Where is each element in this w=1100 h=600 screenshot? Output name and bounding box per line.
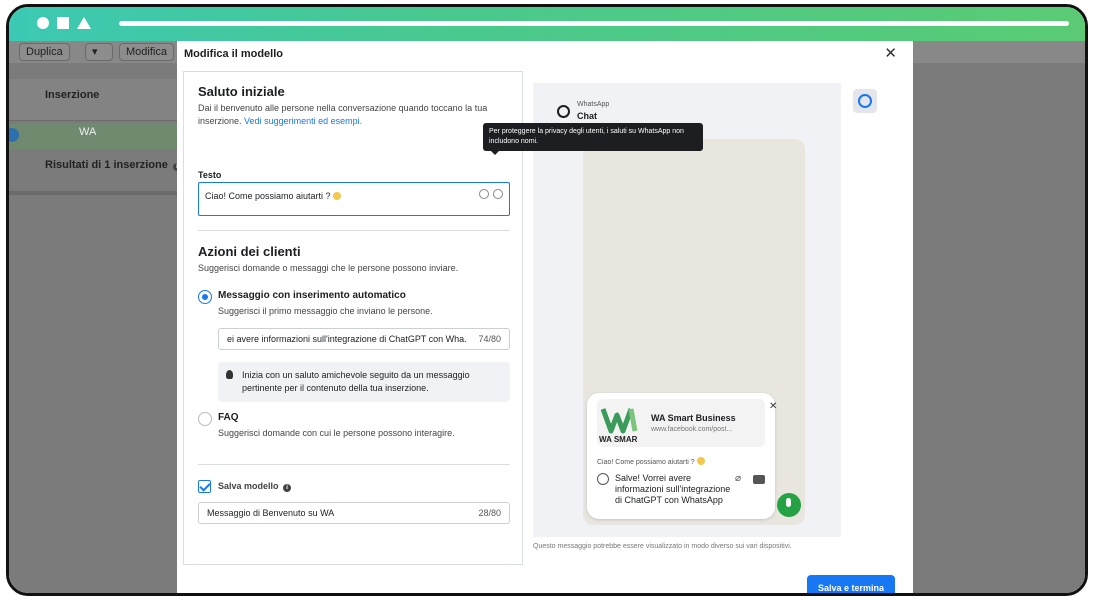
divider: [198, 464, 510, 465]
autofill-message-title: Messaggio con inserimento automatico: [218, 290, 406, 301]
text-field-icons: [475, 189, 503, 202]
tips-link[interactable]: Vedi suggerimenti ed esempi.: [244, 116, 362, 126]
link-preview: WA SMAR WA Smart Business www.facebook.c…: [597, 399, 777, 447]
autofill-message-value: ei avere informazioni sull'integrazione …: [227, 334, 467, 344]
greeting-text-field[interactable]: Ciao! Come possiamo aiutarti ?: [198, 182, 510, 216]
tip-box: Inizia con un saluto amichevole seguito …: [218, 362, 510, 402]
business-url: www.facebook.com/post...: [651, 426, 733, 433]
autofill-message-input[interactable]: ei avere informazioni sull'integrazione …: [218, 328, 510, 350]
prefilled-message: Salve! Vorrei avere informazioni sull'in…: [615, 473, 731, 505]
template-name-char-count: 28/80: [478, 508, 501, 518]
close-icon[interactable]: ✕: [884, 44, 897, 62]
chat-label: Chat: [577, 111, 597, 121]
whatsapp-preview-toggle-icon[interactable]: [853, 89, 877, 113]
faq-radio[interactable]: [198, 412, 212, 426]
divider: [9, 191, 179, 195]
template-name-value: Messaggio di Benvenuto su WA: [207, 508, 335, 518]
save-template-label: Salva modello i: [218, 481, 292, 492]
browser-frame: Duplica ▾ Modifica Inserzione WA Risulta…: [6, 4, 1088, 596]
table-header: Inserzione: [9, 79, 179, 121]
greeting-description: Dai il benvenuto alle persone nella conv…: [198, 103, 488, 126]
close-preview-icon[interactable]: ✕: [769, 401, 777, 412]
divider: [198, 230, 510, 231]
save-and-finish-button[interactable]: Salva e termina: [807, 575, 895, 593]
greeting-title: Saluto iniziale: [198, 84, 285, 99]
ad-name: WA: [79, 126, 97, 138]
camera-icon[interactable]: [753, 475, 765, 484]
whatsapp-preview: WhatsApp Chat WA SMAR WA Smart Business …: [533, 83, 841, 537]
edit-template-modal: Modifica il modello ✕ Saluto iniziale Da…: [177, 41, 913, 593]
faq-title: FAQ: [218, 412, 239, 423]
preview-disclaimer: Questo messaggio potrebbe essere visuali…: [533, 543, 792, 550]
tooltip-text: Per proteggere la privacy degli utenti, …: [489, 128, 684, 145]
info-icon: i: [283, 484, 292, 492]
mic-icon[interactable]: [777, 493, 801, 517]
window-dot-triangle-icon: [77, 17, 91, 29]
smile-emoji-icon: [696, 457, 705, 465]
settings-panel: Saluto iniziale Dai il benvenuto alle pe…: [183, 71, 523, 565]
modal-header: Modifica il modello ✕: [177, 41, 913, 67]
lightbulb-icon: [226, 370, 233, 379]
status-toggle-icon[interactable]: [9, 128, 19, 142]
address-bar[interactable]: [119, 21, 1069, 26]
emoji-icon[interactable]: [597, 473, 609, 485]
modal-title: Modifica il modello: [184, 48, 284, 60]
window-dot-square-icon: [57, 17, 69, 29]
edit-button[interactable]: Modifica: [119, 43, 174, 61]
autofill-char-count: 74/80: [478, 334, 501, 344]
greeting-preview: Ciao! Come possiamo aiutarti ?: [597, 457, 705, 466]
whatsapp-icon: [557, 105, 570, 118]
app-label: WhatsApp: [577, 101, 610, 108]
faq-description: Suggerisci domande con cui le persone po…: [218, 428, 455, 438]
autofill-message-radio[interactable]: [198, 290, 212, 304]
background-toolbar-right: [909, 41, 1085, 63]
duplicate-button[interactable]: Duplica: [19, 43, 70, 61]
personalize-icon[interactable]: [493, 189, 503, 199]
actions-description: Suggerisci domande o messaggi che le per…: [198, 263, 459, 273]
greeting-text-value: Ciao! Come possiamo aiutarti ?: [205, 191, 341, 201]
tip-text: Inizia con un saluto amichevole seguito …: [242, 370, 470, 393]
table-header-ad: Inserzione: [45, 89, 100, 101]
chat-compose-card: WA SMAR WA Smart Business www.facebook.c…: [587, 393, 777, 519]
actions-title: Azioni dei clienti: [198, 244, 301, 259]
table-row[interactable]: WA: [9, 123, 179, 149]
template-name-input[interactable]: Messaggio di Benvenuto su WA 28/80: [198, 502, 510, 524]
duplicate-dropdown-button[interactable]: ▾: [85, 43, 113, 61]
emoji-picker-icon[interactable]: [479, 189, 489, 199]
smile-emoji-icon: [332, 192, 341, 200]
save-template-checkbox[interactable]: [198, 480, 211, 493]
attach-icon[interactable]: ⌀: [735, 473, 741, 484]
svg-text:WA SMAR: WA SMAR: [599, 435, 638, 444]
window-dot-circle-icon: [37, 17, 49, 29]
text-field-label: Testo: [198, 170, 222, 180]
results-summary: Risultati di 1 inserzione i: [45, 159, 181, 171]
browser-chrome: [9, 7, 1085, 41]
wa-smart-logo-icon: WA SMAR: [599, 408, 638, 444]
autofill-message-description: Suggerisci il primo messaggio che invian…: [218, 306, 433, 316]
business-name: WA Smart Business: [651, 413, 736, 423]
privacy-tooltip: Per proteggere la privacy degli utenti, …: [483, 123, 703, 155]
